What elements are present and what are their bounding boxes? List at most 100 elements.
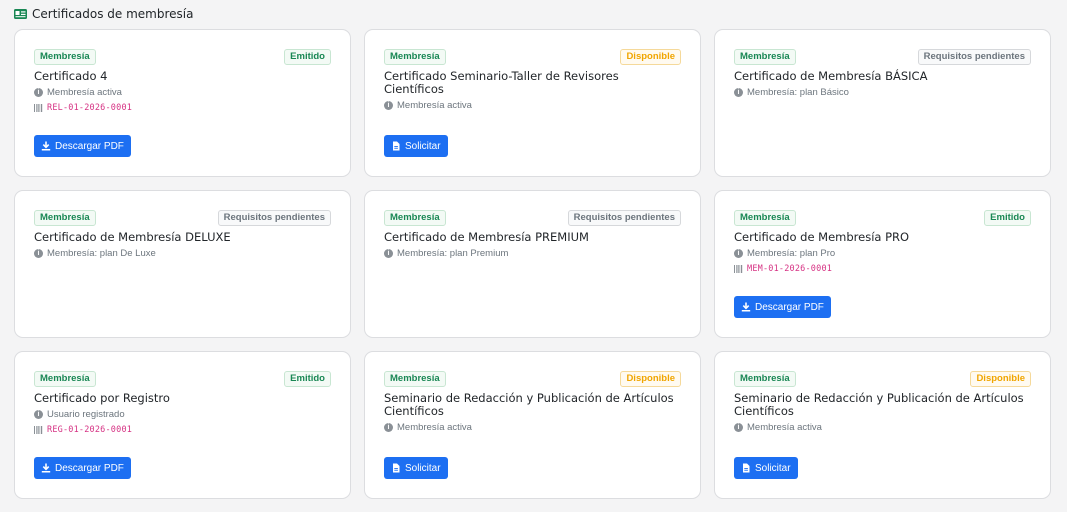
info-icon: i	[734, 88, 743, 97]
section-header: Certificados de membresía	[14, 7, 193, 21]
section-title: Certificados de membresía	[32, 7, 194, 21]
button-label: Solicitar	[755, 462, 791, 474]
card-header: Membresía Disponible	[384, 371, 681, 387]
card-meta: i Membresía activa	[384, 100, 681, 111]
card-header: Membresía Requisitos pendientes	[384, 210, 681, 226]
certificate-card: Membresía Disponible Seminario de Redacció…	[364, 351, 701, 499]
card-title: Certificado Seminario-Taller de Revisore…	[384, 69, 619, 96]
card-header: Membresía Disponible	[734, 371, 1031, 387]
info-icon: i	[734, 249, 743, 258]
certificate-code: REG-01-2026-0001	[34, 425, 331, 435]
category-badge: Membresía	[734, 371, 796, 387]
meta-text: Membresía activa	[397, 100, 472, 111]
status-badge: Requisitos pendientes	[567, 210, 681, 226]
button-label: Solicitar	[405, 462, 441, 474]
card-header: Membresía Emitido	[734, 210, 1031, 226]
id-card-icon	[14, 9, 27, 19]
meta-text: Membresía: plan Premium	[397, 248, 509, 259]
certificate-code: REL-01-2026-0001	[34, 103, 331, 113]
code-text: REL-01-2026-0001	[47, 103, 133, 113]
card-meta: i Membresía: plan De Luxe	[34, 248, 331, 259]
info-icon: i	[34, 88, 43, 97]
barcode-icon	[734, 265, 743, 273]
category-badge: Membresía	[384, 210, 446, 226]
certificate-card: Membresía Disponible Certificado Seminario…	[364, 29, 701, 177]
category-badge: Membresía	[34, 371, 96, 387]
status-badge: Emitido	[284, 371, 331, 387]
certificate-card: Membresía Emitido Certificado por Registro…	[14, 351, 351, 499]
download-icon	[41, 463, 51, 473]
card-header: Membresía Disponible	[384, 49, 681, 65]
card-header: Membresía Requisitos pendientes	[34, 210, 331, 226]
certificate-card: Membresía Disponible Seminario de Redacció…	[714, 351, 1051, 499]
card-title: Certificado de Membresía BÁSICA	[734, 69, 928, 83]
card-title: Certificado 4	[34, 69, 108, 83]
button-label: Descargar PDF	[755, 301, 824, 313]
button-label: Solicitar	[405, 140, 441, 152]
card-header: Membresía Emitido	[34, 49, 331, 65]
info-icon: i	[384, 101, 393, 110]
category-badge: Membresía	[734, 210, 796, 226]
request-button[interactable]: Solicitar	[384, 457, 448, 479]
info-icon: i	[34, 410, 43, 419]
download-icon	[741, 302, 751, 312]
certificate-code: MEM-01-2026-0001	[734, 264, 1031, 274]
status-badge: Disponible	[970, 371, 1031, 387]
file-icon	[743, 463, 750, 473]
download-pdf-button[interactable]: Descargar PDF	[34, 135, 131, 157]
card-title: Seminario de Redacción y Publicación de …	[734, 391, 1024, 418]
category-badge: Membresía	[734, 49, 796, 65]
meta-text: Membresía activa	[47, 87, 122, 98]
card-header: Membresía Requisitos pendientes	[734, 49, 1031, 65]
status-badge: Requisitos pendientes	[217, 210, 331, 226]
info-icon: i	[34, 249, 43, 258]
card-meta: i Membresía activa	[384, 422, 681, 433]
button-label: Descargar PDF	[55, 140, 124, 152]
card-meta: i Membresía: plan Básico	[734, 87, 1031, 98]
status-badge: Emitido	[284, 49, 331, 65]
meta-text: Usuario registrado	[47, 409, 125, 420]
card-meta: i Membresía: plan Pro	[734, 248, 1031, 259]
button-label: Descargar PDF	[55, 462, 124, 474]
card-meta: i Membresía activa	[734, 422, 1031, 433]
meta-text: Membresía: plan Básico	[747, 87, 849, 98]
card-meta: i Membresía: plan Premium	[384, 248, 681, 259]
status-badge: Disponible	[620, 49, 681, 65]
request-button[interactable]: Solicitar	[734, 457, 798, 479]
certificate-card: Membresía Emitido Certificado 4 i Membresía …	[14, 29, 351, 177]
status-badge: Requisitos pendientes	[917, 49, 1031, 65]
certificate-card: Membresía Requisitos pendientes Certificad…	[14, 190, 351, 338]
certificate-card: Membresía Requisitos pendientes Certificad…	[364, 190, 701, 338]
card-meta: i Membresía activa	[34, 87, 331, 98]
status-badge: Disponible	[620, 371, 681, 387]
status-badge: Emitido	[984, 210, 1031, 226]
download-icon	[41, 141, 51, 151]
info-icon: i	[384, 249, 393, 258]
certificates-grid: Membresía Emitido Certificado 4 i Membresía …	[14, 29, 1051, 499]
certificate-card: Membresía Requisitos pendientes Certificad…	[714, 29, 1051, 177]
download-pdf-button[interactable]: Descargar PDF	[734, 296, 831, 318]
meta-text: Membresía: plan De Luxe	[47, 248, 156, 259]
info-icon: i	[384, 423, 393, 432]
card-header: Membresía Emitido	[34, 371, 331, 387]
category-badge: Membresía	[34, 210, 96, 226]
meta-text: Membresía activa	[397, 422, 472, 433]
file-icon	[393, 141, 400, 151]
card-title: Certificado de Membresía PRO	[734, 230, 910, 244]
download-pdf-button[interactable]: Descargar PDF	[34, 457, 131, 479]
card-title: Certificado de Membresía PREMIUM	[384, 230, 589, 244]
card-title: Certificado de Membresía DELUXE	[34, 230, 231, 244]
barcode-icon	[34, 104, 43, 112]
code-text: MEM-01-2026-0001	[747, 264, 833, 274]
request-button[interactable]: Solicitar	[384, 135, 448, 157]
certificate-card: Membresía Emitido Certificado de Membresía…	[714, 190, 1051, 338]
code-text: REG-01-2026-0001	[47, 425, 133, 435]
category-badge: Membresía	[384, 371, 446, 387]
meta-text: Membresía: plan Pro	[747, 248, 836, 259]
meta-text: Membresía activa	[747, 422, 822, 433]
card-title: Certificado por Registro	[34, 391, 170, 405]
file-icon	[393, 463, 400, 473]
card-meta: i Usuario registrado	[34, 409, 331, 420]
info-icon: i	[734, 423, 743, 432]
card-title: Seminario de Redacción y Publicación de …	[384, 391, 674, 418]
